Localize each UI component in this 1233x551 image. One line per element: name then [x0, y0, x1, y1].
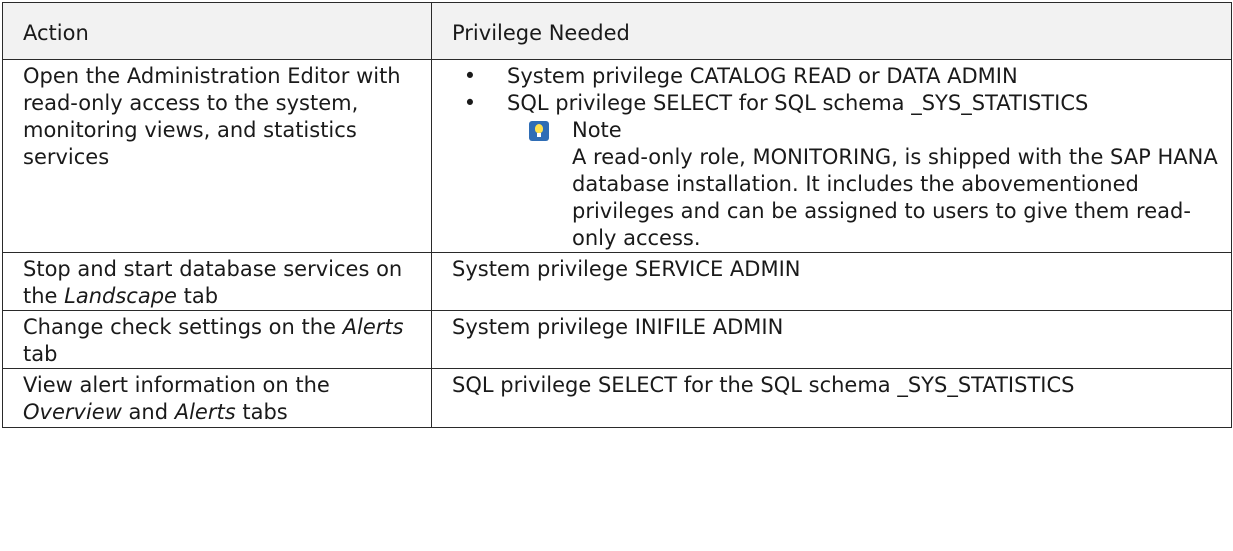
- tab-name-landscape: Landscape: [64, 284, 177, 308]
- note-title: Note: [572, 118, 622, 142]
- table-row: Stop and start database services on the …: [2, 252, 1232, 311]
- privilege-cell: System privilege SERVICE ADMIN: [431, 252, 1232, 311]
- table-header-row: Action Privilege Needed: [2, 2, 1232, 60]
- action-text: tab: [176, 284, 219, 308]
- note-icon: [529, 120, 549, 141]
- column-header-action: Action: [2, 2, 432, 60]
- note-text: A read-only role, MONITORING, is shipped…: [572, 145, 1218, 250]
- action-cell: Open the Administration Editor with read…: [2, 59, 432, 253]
- privilege-list-item: • SQL privilege SELECT for SQL schema _S…: [452, 90, 1222, 117]
- bullet-icon: •: [463, 91, 477, 115]
- table-row: Change check settings on the Alerts tab …: [2, 310, 1232, 369]
- privilege-list: • System privilege CATALOG READ or DATA …: [452, 63, 1222, 117]
- privilege-text: SQL privilege SELECT for SQL schema _SYS…: [507, 91, 1089, 115]
- action-text: View alert information on the: [23, 373, 330, 397]
- action-cell: Stop and start database services on the …: [2, 252, 432, 311]
- table-row: View alert information on the Overview a…: [2, 368, 1232, 428]
- action-text: tab: [23, 342, 58, 366]
- column-header-privilege: Privilege Needed: [431, 2, 1232, 60]
- tab-name-alerts: Alerts: [342, 315, 404, 339]
- action-text: Change check settings on the: [23, 315, 343, 339]
- action-text: and: [121, 400, 175, 424]
- action-cell: Change check settings on the Alerts tab: [2, 310, 432, 369]
- privilege-cell: SQL privilege SELECT for the SQL schema …: [431, 368, 1232, 428]
- privileges-table: Action Privilege Needed Open the Adminis…: [2, 2, 1232, 428]
- privilege-cell: System privilege INIFILE ADMIN: [431, 310, 1232, 369]
- privilege-cell: • System privilege CATALOG READ or DATA …: [431, 59, 1232, 253]
- bullet-icon: •: [463, 64, 477, 88]
- note-heading: Note: [529, 117, 1222, 144]
- table-row: Open the Administration Editor with read…: [2, 59, 1232, 253]
- tab-name-overview: Overview: [23, 400, 122, 424]
- note-block: Note A read-only role, MONITORING, is sh…: [452, 117, 1222, 252]
- privilege-list-item: • System privilege CATALOG READ or DATA …: [452, 63, 1222, 90]
- privilege-text: System privilege CATALOG READ or DATA AD…: [507, 64, 1018, 88]
- action-text: tabs: [235, 400, 288, 424]
- tab-name-alerts: Alerts: [174, 400, 236, 424]
- action-cell: View alert information on the Overview a…: [2, 368, 432, 428]
